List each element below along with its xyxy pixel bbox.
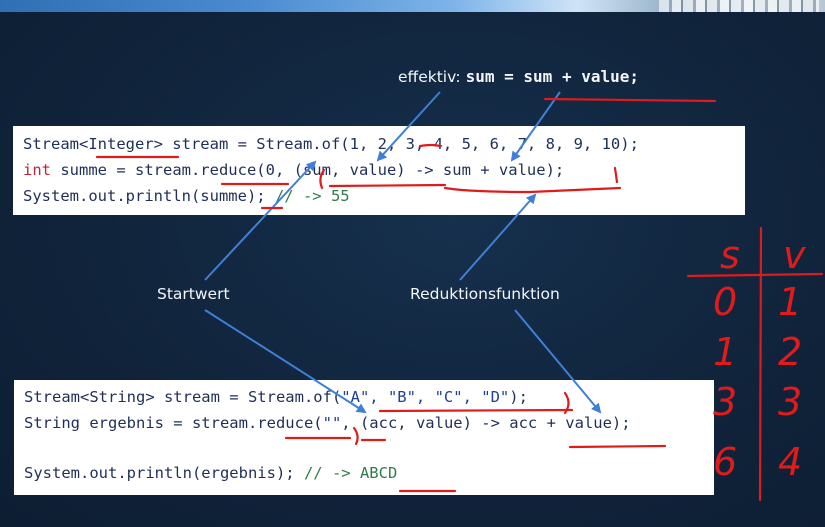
top-window-strip [0, 0, 825, 12]
handwritten-v-value: 1 [778, 280, 803, 324]
code-text: System.out.println(ergebnis); [24, 464, 304, 482]
code-text: String ergebnis = stream.reduce( [24, 414, 323, 432]
code-text: ); [509, 388, 528, 406]
handwritten-v-value: 2 [778, 330, 803, 374]
handwritten-v-value: 3 [778, 380, 803, 424]
handwritten-s-value: 3 [713, 380, 738, 424]
top-strip-decoration [659, 0, 819, 12]
code-text: , (acc, value) -> acc + value); [341, 414, 631, 432]
code-text: summe = stream.reduce(0, (sum, value) ->… [51, 161, 565, 179]
handwritten-header-v: v [783, 233, 806, 277]
code-string-literals: "A", "B", "C", "D" [341, 388, 510, 406]
code-keyword-int: int [23, 161, 51, 179]
code-block-string-example: Stream<String> stream = Stream.of("A", "… [14, 380, 714, 495]
caption-effektiv-code: sum = sum + value; [465, 67, 639, 86]
code-line-println-ergebnis: System.out.println(ergebnis); // -> ABCD [24, 460, 714, 486]
handwritten-s-value: 0 [713, 280, 738, 324]
handwritten-s-value: 6 [713, 440, 738, 484]
code-text: System.out.println(summe); [23, 187, 275, 205]
code-string-empty: "" [322, 414, 342, 432]
handwritten-s-value: 1 [713, 330, 738, 374]
caption-effektiv: effektiv: sum = sum + value; [398, 67, 639, 86]
caption-startwert: Startwert [157, 285, 230, 303]
code-text: Stream<Integer> stream = Stream.of(1, 2,… [23, 135, 639, 153]
code-line-stream-string: Stream<String> stream = Stream.of("A", "… [24, 384, 714, 410]
caption-reduktionsfunktion: Reduktionsfunktion [410, 285, 560, 303]
code-line-stream-integer: Stream<Integer> stream = Stream.of(1, 2,… [23, 131, 745, 157]
code-text: Stream<String> stream = Stream.of( [24, 388, 342, 406]
code-comment: // -> ABCD [303, 464, 398, 482]
code-block-integer-example: Stream<Integer> stream = Stream.of(1, 2,… [13, 126, 745, 215]
code-comment: // -> 55 [274, 187, 350, 205]
caption-effektiv-label: effektiv: [398, 68, 461, 86]
handwritten-v-value: 4 [778, 440, 803, 484]
handwritten-header-s: s [720, 233, 740, 277]
code-line-reduce-sum: int summe = stream.reduce(0, (sum, value… [23, 157, 745, 183]
code-line-println-summe: System.out.println(summe); // -> 55 [23, 183, 745, 209]
code-line-reduce-concat: String ergebnis = stream.reduce("", (acc… [24, 410, 714, 436]
